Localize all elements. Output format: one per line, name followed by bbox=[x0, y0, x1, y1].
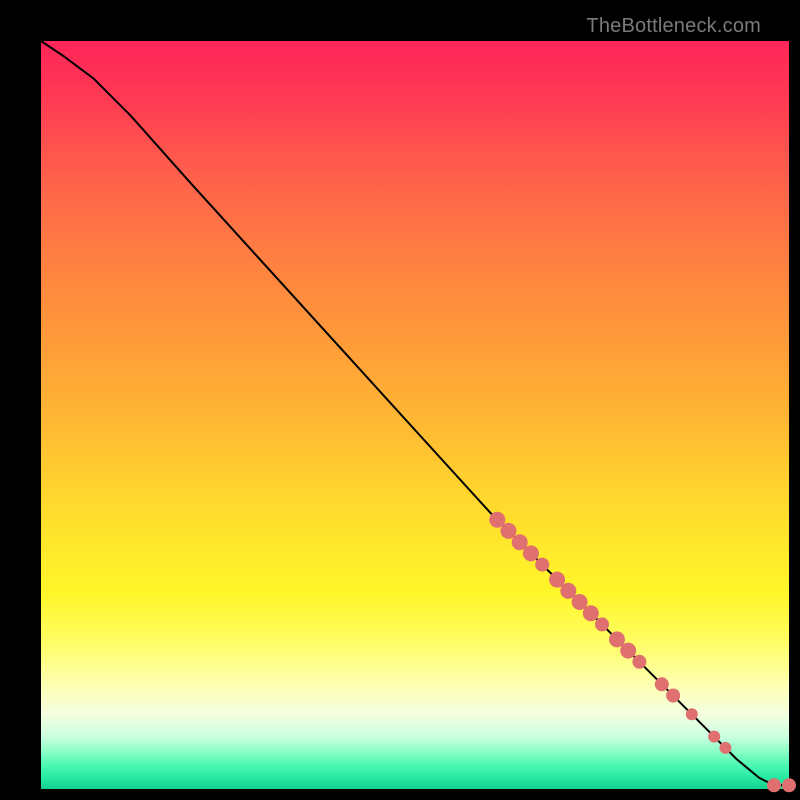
sample-point bbox=[523, 545, 539, 561]
chart-svg bbox=[41, 41, 789, 789]
sample-point bbox=[583, 605, 599, 621]
sample-point bbox=[767, 778, 781, 792]
sample-point bbox=[666, 689, 680, 703]
sample-point bbox=[620, 643, 636, 659]
attribution-label: TheBottleneck.com bbox=[586, 15, 761, 38]
plot-area bbox=[41, 41, 789, 789]
sample-points-group bbox=[489, 512, 796, 793]
sample-point bbox=[782, 778, 796, 792]
sample-point bbox=[708, 731, 720, 743]
sample-point bbox=[686, 708, 698, 720]
sample-point bbox=[632, 655, 646, 669]
sample-point bbox=[719, 742, 731, 754]
bottleneck-curve bbox=[41, 41, 789, 785]
sample-point bbox=[535, 558, 549, 572]
sample-point bbox=[655, 677, 669, 691]
sample-point bbox=[595, 617, 609, 631]
chart-frame: TheBottleneck.com bbox=[15, 15, 785, 785]
